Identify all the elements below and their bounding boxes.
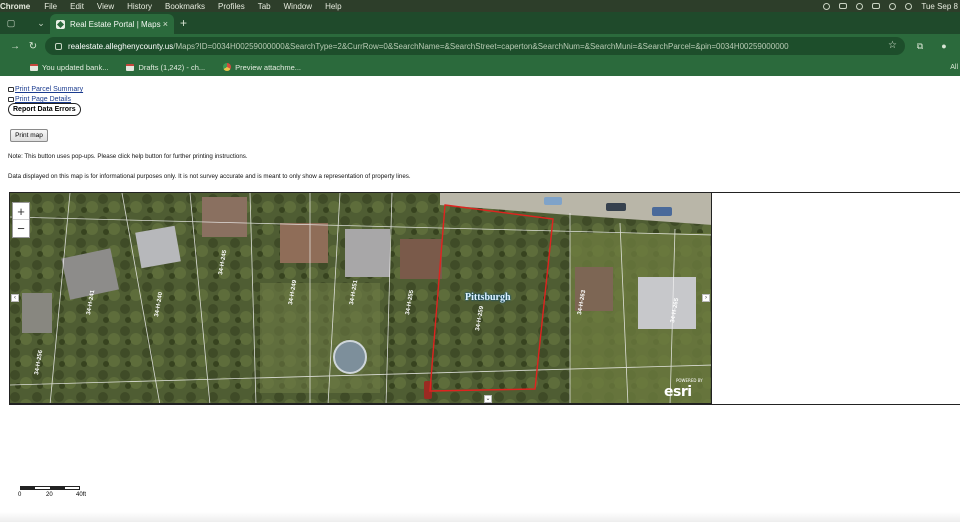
report-data-errors-button[interactable]: Report Data Errors	[8, 103, 81, 116]
parcel-label: 34-H-255	[405, 289, 415, 315]
battery-icon[interactable]	[872, 3, 881, 9]
url-path: /Maps?ID=0034H00259000000&SearchType=2&C…	[173, 41, 789, 51]
bookmark-label: You updated bank...	[42, 62, 109, 72]
bookmark-star-icon[interactable]: ☆	[888, 40, 897, 51]
browser-toolbar: → ↻ realestate.alleghenycounty.us /Maps?…	[0, 34, 960, 58]
parcel-label: 34-H-249	[288, 279, 298, 305]
scale-label-20: 20	[46, 492, 53, 498]
menu-edit[interactable]: Edit	[70, 2, 84, 11]
pan-down-icon[interactable]: ⌄	[484, 395, 492, 403]
page-bottom-edge	[0, 512, 960, 522]
chrome-icon	[223, 63, 232, 71]
zoom-out-button[interactable]: −	[13, 220, 29, 237]
parcel-label: 34-H-241	[86, 289, 96, 315]
parcel-label: 34-H-240	[154, 291, 164, 317]
new-tab-icon[interactable]: +	[180, 16, 187, 30]
parcel-label: 34-H-256	[34, 349, 44, 375]
bookmark-drafts[interactable]: Drafts (1,242) - ch...	[126, 63, 205, 72]
browser-tab-strip: ▢ ⌄ Real Estate Portal | Maps × +	[0, 12, 960, 34]
macos-menu-bar: Chrome File Edit View History Bookmarks …	[0, 0, 960, 12]
menu-view[interactable]: View	[97, 2, 114, 11]
tab-close-icon[interactable]: ×	[163, 19, 168, 29]
menu-tab[interactable]: Tab	[258, 2, 271, 11]
menu-window[interactable]: Window	[284, 2, 312, 11]
bookmark-label: Preview attachme...	[235, 62, 301, 72]
tray-circle-icon[interactable]	[823, 2, 831, 10]
menu-extras: Tue Sep 8	[823, 0, 958, 12]
menu-history[interactable]: History	[127, 2, 152, 11]
disclaimer-note: Data displayed on this map is for inform…	[8, 173, 411, 180]
site-info-icon[interactable]	[55, 42, 62, 50]
parcel-label: 34-H-265	[670, 297, 680, 323]
bookmark-label: Drafts (1,242) - ch...	[138, 62, 206, 72]
wifi-icon[interactable]	[889, 2, 897, 10]
tray-sync-icon[interactable]	[856, 2, 864, 10]
tab-title: Real Estate Portal | Maps	[70, 19, 161, 29]
parcel-label: 34-H-251	[349, 279, 359, 305]
address-bar[interactable]: realestate.alleghenycounty.us /Maps?ID=0…	[45, 37, 905, 55]
zoom-control: + −	[12, 202, 30, 238]
control-center-icon[interactable]	[905, 2, 913, 10]
print-parcel-summary-link[interactable]: Print Parcel Summary	[8, 86, 83, 93]
scale-label-0: 0	[18, 492, 22, 498]
tab-group-icon[interactable]: ▢	[6, 18, 16, 28]
menu-clock[interactable]: Tue Sep 8	[921, 2, 958, 11]
tab-search-icon[interactable]: ⌄	[36, 18, 46, 28]
tray-app-icon[interactable]	[839, 3, 848, 9]
printer-icon	[8, 87, 14, 92]
print-map-button[interactable]: Print map	[10, 129, 48, 142]
scale-label-40ft: 40ft	[76, 492, 87, 498]
bookmark-bank-update[interactable]: You updated bank...	[30, 63, 108, 72]
extensions-icon[interactable]: ⧉	[914, 40, 926, 52]
menu-file[interactable]: File	[44, 2, 57, 11]
parcel-map[interactable]: 34-H-259 34-H-263 34-H-265 34-H-255 34-H…	[9, 192, 712, 404]
esri-logo: POWERED BY esri	[664, 378, 703, 400]
profile-icon[interactable]: ●	[938, 40, 950, 52]
print-page-details-label: Print Page Details	[15, 96, 72, 103]
gmail-icon	[126, 63, 135, 71]
print-parcel-summary-label: Print Parcel Summary	[15, 86, 84, 93]
printer-icon	[8, 97, 14, 102]
esri-powered-by: POWERED BY	[676, 378, 703, 383]
menu-app-name[interactable]: Chrome	[0, 2, 30, 11]
pan-right-icon[interactable]: ›	[702, 294, 710, 302]
menu-help[interactable]: Help	[325, 2, 341, 11]
real-estate-favicon-icon	[56, 19, 65, 29]
menu-profiles[interactable]: Profiles	[218, 2, 245, 11]
bookmarks-bar: You updated bank... Drafts (1,242) - ch.…	[0, 58, 960, 76]
all-bookmarks[interactable]: All	[950, 64, 958, 71]
gmail-icon	[30, 63, 38, 71]
zoom-in-button[interactable]: +	[13, 203, 29, 220]
parcel-label: 34-H-245	[218, 249, 228, 275]
scale-bar-graphic	[20, 486, 80, 490]
parcel-labels-layer: 34-H-259 34-H-263 34-H-265 34-H-255 34-H…	[34, 249, 680, 375]
map-place-label: Pittsburgh	[465, 292, 511, 303]
tab-real-estate-maps[interactable]: Real Estate Portal | Maps ×	[50, 14, 174, 34]
map-scale-bar: 0 20 40ft	[18, 486, 86, 498]
forward-icon[interactable]: →	[6, 41, 24, 52]
popup-note: Note: This button uses pop-ups. Please c…	[8, 153, 248, 160]
page-content: Print Parcel Summary Print Page Details …	[0, 76, 960, 522]
parcel-label: 34-H-259	[475, 305, 485, 331]
menu-bookmarks[interactable]: Bookmarks	[165, 2, 205, 11]
reload-icon[interactable]: ↻	[24, 41, 42, 52]
url-host: realestate.alleghenycounty.us	[68, 41, 174, 51]
esri-wordmark: esri	[664, 384, 692, 400]
pan-left-icon[interactable]: ‹	[11, 294, 19, 302]
bookmark-preview-attachment[interactable]: Preview attachme...	[223, 63, 301, 72]
print-page-details-link[interactable]: Print Page Details	[8, 96, 71, 103]
parcel-label: 34-H-263	[577, 289, 587, 315]
